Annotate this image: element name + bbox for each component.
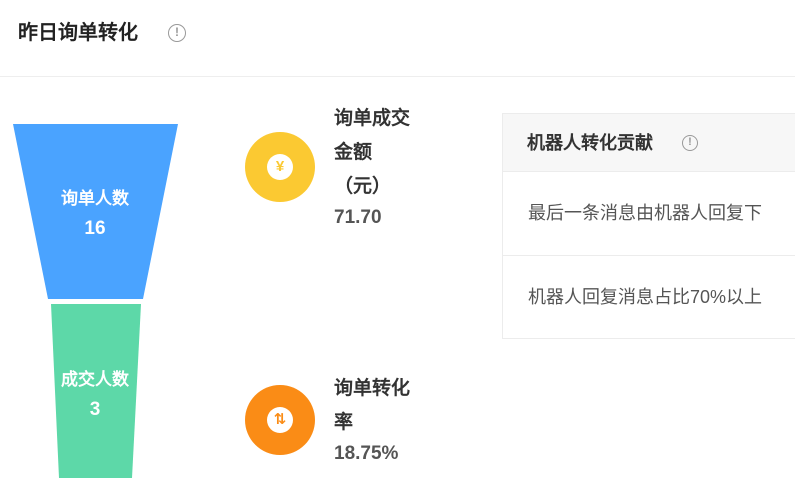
conversion-rate-value: 18.75% [334,443,399,464]
table-row: 最后一条消息由机器人回复下 [503,172,795,256]
yen-glyph: ¥ [267,154,293,180]
conversion-rate-label-line-1: 询单转化 [334,378,411,399]
robot-row-reply-ratio: 机器人回复消息占比70%以上 [528,287,763,307]
conversion-rate-label: 询单转化 率 [334,372,426,440]
robot-row-last-reply: 最后一条消息由机器人回复下 [528,203,762,223]
robot-contribution-header: 机器人转化贡献 ! [503,114,795,172]
deal-amount-label-line-2: 金额 [334,142,373,163]
funnel-inquiry-count: 16 [84,218,106,239]
info-icon[interactable]: ! [168,24,186,42]
deal-amount-value: 71.70 [334,207,382,228]
funnel-deal-name: 成交人数 [61,370,129,389]
page-title: 昨日询单转化 [18,22,138,44]
funnel-deal-label: 成交人数 3 [20,369,170,423]
deal-amount-label-line-3: （元） [334,176,392,197]
info-icon[interactable]: ! [682,135,698,151]
deal-amount-label: 询单成交 金额 （元） [334,102,426,204]
table-row: 机器人回复消息占比70%以上 [503,256,795,338]
deal-amount-label-line-1: 询单成交 [334,108,411,129]
section-header: 昨日询单转化 ! [0,0,795,77]
transfer-arrows-glyph: ⇅ [267,407,293,433]
funnel-deal-count: 3 [89,399,101,420]
conversion-funnel [13,124,178,478]
funnel-inquiry-name: 询单人数 [61,189,129,208]
funnel-inquiry-label: 询单人数 16 [20,188,170,242]
conversion-rate-label-line-2: 率 [334,412,354,433]
yen-icon: ¥ [245,132,315,202]
transfer-arrows-icon: ⇅ [245,385,315,455]
robot-contribution-panel: 机器人转化贡献 ! 最后一条消息由机器人回复下 机器人回复消息占比70%以上 [502,113,795,339]
robot-contribution-title: 机器人转化贡献 [527,133,653,153]
